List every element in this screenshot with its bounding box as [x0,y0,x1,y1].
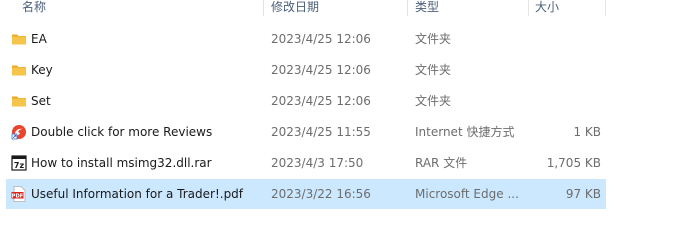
file-type: Internet 快捷方式 [415,125,515,139]
folder-icon [12,65,26,76]
file-row-reviews-shortcut[interactable]: Double click for more Reviews 2023/4/25 … [6,117,606,147]
file-name: How to install msimg32.dll.rar [31,156,212,170]
file-name: EA [31,32,47,46]
svg-text:PDF: PDF [12,193,24,199]
file-size [526,55,601,85]
column-header-type[interactable]: 类型 [415,0,439,17]
pdf-file-icon: PDF [11,186,26,202]
file-type: 文件夹 [415,94,452,108]
file-row-pdf[interactable]: PDF Useful Information for a Trader!.pdf… [6,179,606,209]
file-date: 2023/4/25 12:06 [271,94,371,108]
column-header-size[interactable]: 大小 [535,0,559,17]
file-date: 2023/4/25 12:06 [271,32,371,46]
file-date: 2023/4/25 11:55 [271,125,371,139]
internet-shortcut-icon [11,125,26,140]
file-date: 2023/4/3 17:50 [271,156,364,170]
file-date: 2023/4/25 12:06 [271,63,371,77]
folder-icon [12,96,26,107]
column-header-date[interactable]: 修改日期 [271,0,319,17]
file-type: 文件夹 [415,32,452,46]
file-row-set[interactable]: Set 2023/4/25 12:06 文件夹 [6,86,606,116]
file-size: 97 KB [565,187,601,201]
file-row-key[interactable]: Key 2023/4/25 12:06 文件夹 [6,55,606,85]
column-divider[interactable] [407,0,408,16]
rar-archive-icon: 7z [11,155,27,171]
file-size: 1,705 KB [546,156,601,170]
file-type: 文件夹 [415,63,452,77]
folder-icon [12,34,26,45]
file-size [526,24,601,54]
column-divider[interactable] [605,0,606,16]
file-name: Double click for more Reviews [31,125,213,139]
file-name: Set [31,94,51,108]
file-size [526,86,601,116]
svg-text:7z: 7z [14,161,25,170]
column-divider[interactable] [263,0,264,16]
file-name: Key [31,63,53,77]
file-date: 2023/3/22 16:56 [271,187,371,201]
column-divider[interactable] [528,0,529,16]
column-header-name[interactable]: 名称 [22,0,46,17]
column-header-bar: 名称 修改日期 类型 大小 [0,0,606,17]
file-type: RAR 文件 [415,156,468,170]
file-type: Microsoft Edge ... [415,187,519,201]
file-row-ea[interactable]: EA 2023/4/25 12:06 文件夹 [6,24,606,54]
file-name: Useful Information for a Trader!.pdf [31,187,244,201]
file-row-rar[interactable]: 7z How to install msimg32.dll.rar 2023/4… [6,148,606,178]
file-size: 1 KB [573,125,601,139]
